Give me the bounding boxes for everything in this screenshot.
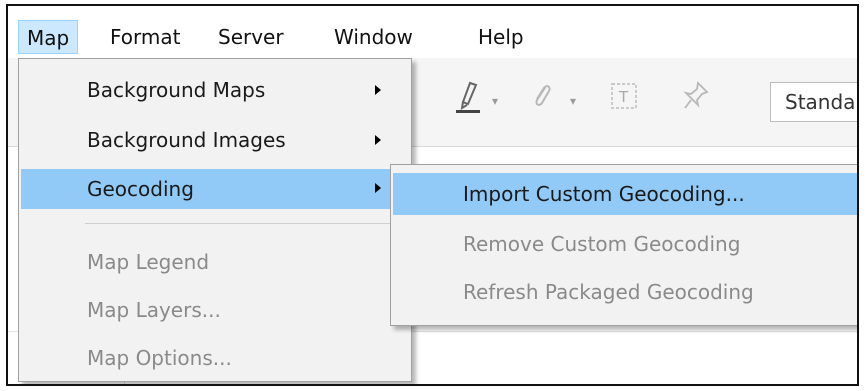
geocoding-submenu: Import Custom Geocoding... Remove Custom… (390, 164, 857, 326)
menu-item-label: Background Images (87, 128, 286, 152)
menu-item-label: Map Layers... (87, 298, 221, 322)
menu-separator (85, 223, 405, 224)
menu-item-label: Background Maps (87, 78, 266, 102)
dropdown-caret-icon[interactable]: ▾ (570, 94, 576, 108)
dropdown-caret-icon[interactable]: ▾ (492, 94, 498, 108)
submenu-arrow-icon (375, 135, 381, 145)
menu-item-geocoding[interactable]: Geocoding (21, 169, 409, 209)
menu-window[interactable]: Window (326, 20, 421, 54)
highlighter-icon[interactable] (456, 80, 482, 120)
menu-item-map-options[interactable]: Map Options... (21, 339, 409, 377)
menu-item-refresh-packaged-geocoding[interactable]: Refresh Packaged Geocoding (393, 271, 857, 313)
menu-item-label: Map Legend (87, 250, 210, 274)
paperclip-icon[interactable] (530, 80, 554, 120)
menu-item-label: Map Options... (87, 346, 232, 370)
standard-dropdown[interactable]: Standa (770, 82, 857, 122)
submenu-arrow-icon (375, 183, 381, 193)
menu-bar: Map Format Server Window Help (8, 6, 857, 58)
menu-item-map-legend[interactable]: Map Legend (21, 243, 409, 281)
app-window: Map Format Server Window Help ▾ ▾ T Stan… (6, 4, 859, 386)
text-box-icon[interactable]: T (610, 82, 638, 116)
menu-server[interactable]: Server (210, 20, 292, 54)
pin-icon[interactable] (682, 80, 710, 118)
menu-item-background-images[interactable]: Background Images (21, 121, 409, 159)
menu-format[interactable]: Format (102, 20, 188, 54)
menu-item-background-maps[interactable]: Background Maps (21, 71, 409, 109)
svg-text:T: T (618, 88, 629, 106)
submenu-arrow-icon (375, 85, 381, 95)
menu-item-map-layers[interactable]: Map Layers... (21, 291, 409, 329)
menu-item-label: Geocoding (87, 177, 194, 201)
menu-help[interactable]: Help (470, 20, 532, 54)
menu-item-import-custom-geocoding[interactable]: Import Custom Geocoding... (393, 173, 857, 215)
menu-map[interactable]: Map (18, 20, 79, 54)
map-menu: Background Maps Background Images Geocod… (18, 58, 412, 382)
menu-item-remove-custom-geocoding[interactable]: Remove Custom Geocoding (393, 223, 857, 265)
